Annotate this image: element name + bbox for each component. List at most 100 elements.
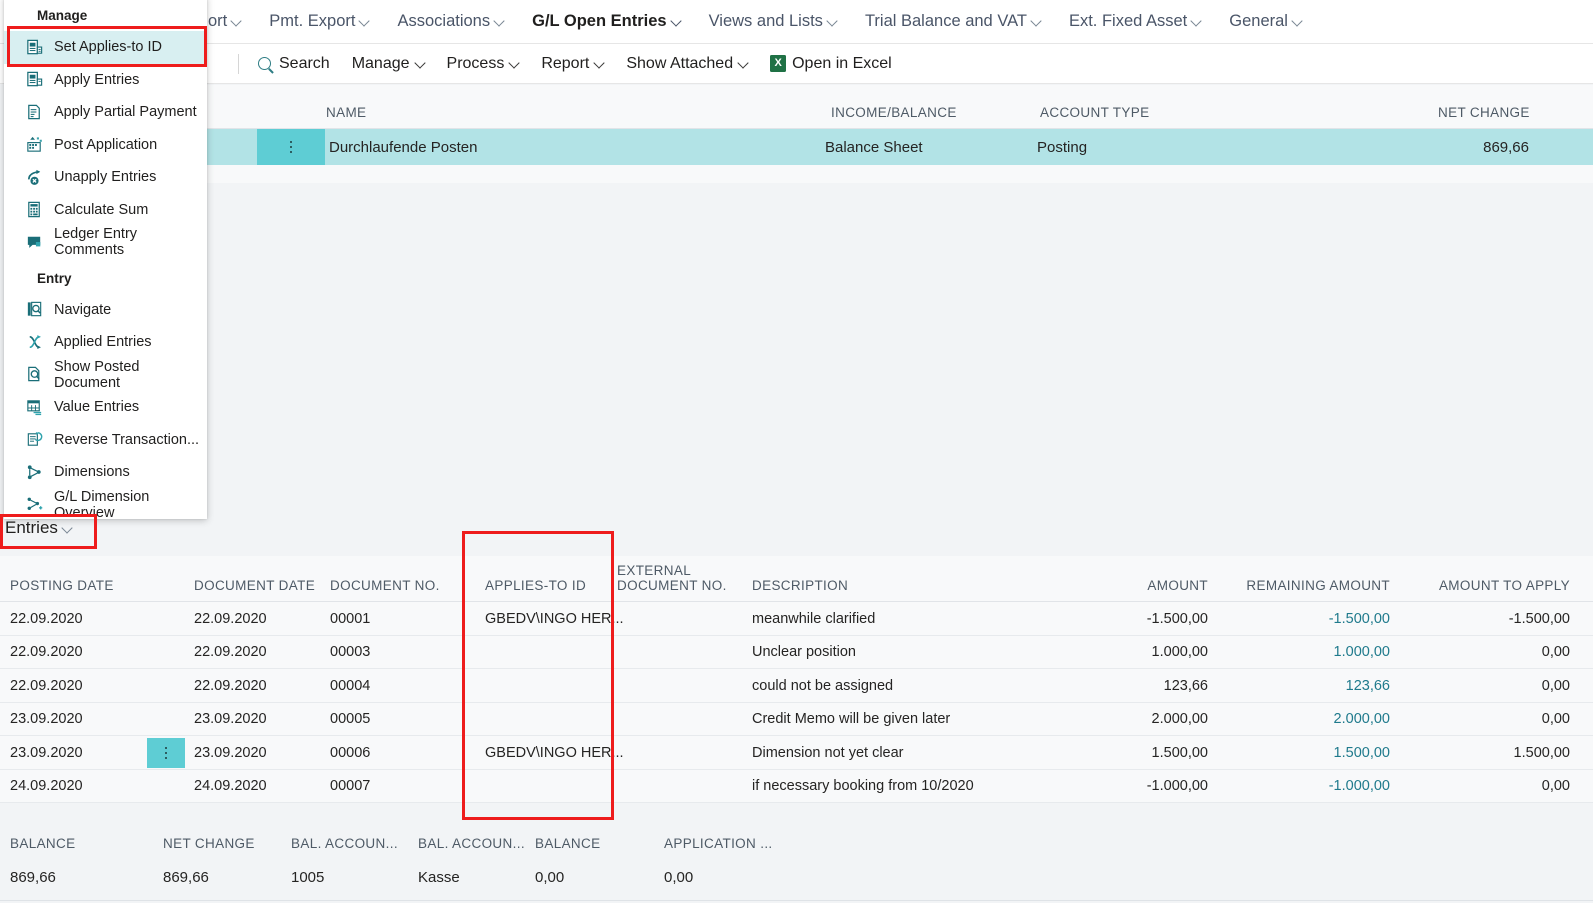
menu-item-label: Show Posted Document — [54, 359, 207, 391]
account-grid-row[interactable]: Durchlaufende Posten Balance Sheet Posti… — [194, 129, 1593, 165]
partial-payment-icon — [25, 103, 44, 122]
cell-remaining-amount: -1.000,00 — [1218, 770, 1390, 804]
menu-item-label: Applied Entries — [54, 334, 152, 350]
manage-menu-button[interactable]: Manage — [341, 44, 436, 84]
menu-item-reverse-transaction[interactable]: Reverse Transaction... — [4, 424, 207, 457]
comments-icon — [25, 233, 44, 252]
total-header-balance-2: BALANCE — [535, 836, 600, 851]
table-row[interactable]: 24.09.2020 24.09.2020 00007 if necessary… — [0, 770, 1593, 804]
menu-item-label: Apply Entries — [54, 72, 139, 88]
chevron-down-icon — [1192, 17, 1201, 26]
entries-section-header[interactable]: Entries — [5, 518, 72, 538]
nav-item-trial-balance-and-vat[interactable]: Trial Balance and VAT — [851, 0, 1055, 44]
nav-item-gl-open-entries[interactable]: G/L Open Entries — [518, 0, 694, 44]
manage-label: Manage — [352, 55, 410, 73]
table-row-active[interactable]: 23.09.2020 23.09.2020 00006 GBEDV\INGO H… — [0, 736, 1593, 770]
table-row[interactable]: 22.09.2020 22.09.2020 00003 Unclear posi… — [0, 636, 1593, 670]
col-header-remaining-amount: REMAINING AMOUNT — [1218, 578, 1390, 593]
value-entries-icon — [25, 398, 44, 417]
menu-item-post-application[interactable]: Post Application — [4, 129, 207, 162]
process-menu-button[interactable]: Process — [436, 44, 531, 84]
show-attached-menu-button[interactable]: Show Attached — [615, 44, 759, 84]
totals-divider — [0, 900, 1593, 901]
cell-posting-date: 22.09.2020 — [10, 602, 83, 636]
menu-item-gl-dimension-overview[interactable]: G/L Dimension Overview — [4, 489, 207, 522]
menu-item-applied-entries[interactable]: Applied Entries — [4, 326, 207, 359]
col-header-document-no: DOCUMENT NO. — [330, 578, 440, 593]
col-header-posting-date: POSTING DATE — [10, 578, 114, 593]
chevron-down-icon — [510, 59, 519, 68]
nav-item-general[interactable]: General — [1215, 0, 1316, 44]
menu-item-show-posted-document[interactable]: Show Posted Document — [4, 359, 207, 392]
chevron-down-icon — [828, 17, 837, 26]
cell-amount-to-apply: 0,00 — [1400, 636, 1570, 670]
table-row[interactable]: 23.09.2020 23.09.2020 00005 Credit Memo … — [0, 703, 1593, 737]
cell-posting-date: 23.09.2020 — [10, 703, 83, 737]
menu-item-set-applies-to-id[interactable]: Set Applies-to ID — [4, 31, 207, 64]
cell-amount-to-apply: 1.500,00 — [1400, 736, 1570, 770]
manage-dropdown-menu: Manage Set Applies-to ID Apply Entries — [4, 0, 207, 519]
entries-table: POSTING DATE DOCUMENT DATE DOCUMENT NO. … — [0, 556, 1593, 803]
menu-item-navigate[interactable]: Navigate — [4, 294, 207, 327]
nav-item-pmt-export[interactable]: Pmt. Export — [255, 0, 383, 44]
chevron-down-icon — [495, 17, 504, 26]
menu-item-dimensions[interactable]: Dimensions — [4, 456, 207, 489]
menu-item-label: Value Entries — [54, 399, 139, 415]
nav-item-views-and-lists[interactable]: Views and Lists — [695, 0, 851, 44]
reverse-transaction-icon — [25, 430, 44, 449]
cell-name: Durchlaufende Posten — [329, 129, 477, 165]
kebab-menu-icon — [290, 141, 293, 154]
cell-document-no: 00007 — [330, 770, 370, 804]
chevron-down-icon — [1293, 17, 1302, 26]
chevron-down-icon — [416, 59, 425, 68]
search-label: Search — [279, 55, 330, 73]
search-button[interactable]: Search — [247, 44, 341, 84]
col-header-external-document-no-line2: DOCUMENT NO. — [617, 578, 727, 593]
nav-item-label: Views and Lists — [709, 12, 823, 31]
menu-item-label: Dimensions — [54, 464, 130, 480]
entries-table-header: POSTING DATE DOCUMENT DATE DOCUMENT NO. … — [0, 556, 1593, 602]
col-header-amount: AMOUNT — [1064, 578, 1208, 593]
cell-description: Credit Memo will be given later — [752, 703, 950, 737]
open-in-excel-button[interactable]: X Open in Excel — [759, 44, 903, 84]
open-in-excel-label: Open in Excel — [792, 55, 892, 73]
nav-item-ext-fixed-asset[interactable]: Ext. Fixed Asset — [1055, 0, 1215, 44]
report-label: Report — [541, 55, 589, 73]
row-options-button[interactable] — [147, 738, 185, 768]
menu-item-ledger-entry-comments[interactable]: Ledger Entry Comments — [4, 226, 207, 259]
account-grid: NAME INCOME/BALANCE ACCOUNT TYPE NET CHA… — [194, 85, 1593, 183]
cell-description: could not be assigned — [752, 669, 893, 703]
total-header-net-change: NET CHANGE — [163, 836, 255, 851]
nav-item-associations[interactable]: Associations — [383, 0, 518, 44]
kebab-menu-icon — [165, 747, 168, 760]
total-header-bal-account-name: BAL. ACCOUN... — [418, 836, 525, 851]
menu-item-calculate-sum[interactable]: Calculate Sum — [4, 194, 207, 227]
nav-item-label: ort — [208, 12, 227, 31]
cell-posting-date: 24.09.2020 — [10, 770, 83, 804]
menu-item-apply-entries[interactable]: Apply Entries — [4, 64, 207, 97]
menu-item-label: Post Application — [54, 137, 157, 153]
cell-account-type: Posting — [1037, 129, 1087, 165]
report-menu-button[interactable]: Report — [530, 44, 615, 84]
menu-item-value-entries[interactable]: Value Entries — [4, 391, 207, 424]
table-row[interactable]: 22.09.2020 22.09.2020 00001 GBEDV\INGO H… — [0, 602, 1593, 636]
row-options-button[interactable] — [257, 129, 325, 165]
col-header-applies-to-id: APPLIES-TO ID — [485, 578, 586, 593]
process-label: Process — [447, 55, 505, 73]
cell-remaining-amount: 123,66 — [1218, 669, 1390, 703]
cell-description: meanwhile clarified — [752, 602, 875, 636]
total-value-application: 0,00 — [664, 869, 693, 886]
total-value-balance-2: 0,00 — [535, 869, 564, 886]
cell-net-change: 869,66 — [1436, 129, 1529, 165]
menu-item-apply-partial-payment[interactable]: Apply Partial Payment — [4, 96, 207, 129]
command-bar-divider — [238, 54, 239, 74]
dimensions-icon — [25, 463, 44, 482]
table-row[interactable]: 22.09.2020 22.09.2020 00004 could not be… — [0, 669, 1593, 703]
menu-item-unapply-entries[interactable]: Unapply Entries — [4, 161, 207, 194]
cell-posting-date: 22.09.2020 — [10, 636, 83, 670]
col-header-amount-to-apply: AMOUNT TO APPLY — [1400, 578, 1570, 593]
nav-item-label: G/L Open Entries — [532, 12, 666, 31]
cell-amount-to-apply: 0,00 — [1400, 770, 1570, 804]
menu-item-label: G/L Dimension Overview — [54, 489, 207, 521]
cell-description: if necessary booking from 10/2020 — [752, 770, 974, 804]
